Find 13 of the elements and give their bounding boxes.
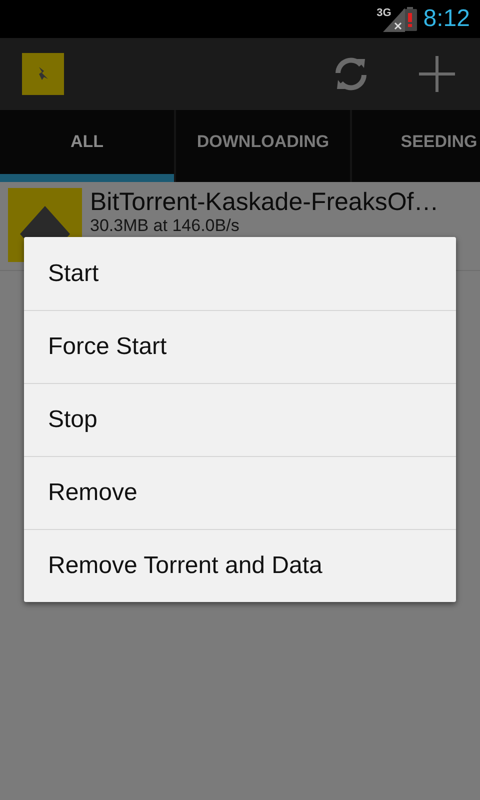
- add-button[interactable]: [416, 53, 458, 95]
- tab[interactable]: ALL: [0, 110, 176, 182]
- tab[interactable]: SEEDING: [352, 110, 480, 182]
- menu-item[interactable]: Remove: [24, 456, 456, 529]
- network-label: 3G: [376, 7, 392, 19]
- torrent-name: BitTorrent-Kaskade-FreaksOf…: [90, 188, 439, 216]
- tab[interactable]: DOWNLOADING: [176, 110, 352, 182]
- menu-item[interactable]: Stop: [24, 383, 456, 456]
- clock: 8:12: [423, 5, 470, 33]
- torrent-detail: 30.3MB at 146.0B/s: [90, 216, 240, 235]
- menu-item[interactable]: Force Start: [24, 310, 456, 383]
- menu-item[interactable]: Start: [24, 237, 456, 310]
- menu-item[interactable]: Remove Torrent and Data: [24, 529, 456, 602]
